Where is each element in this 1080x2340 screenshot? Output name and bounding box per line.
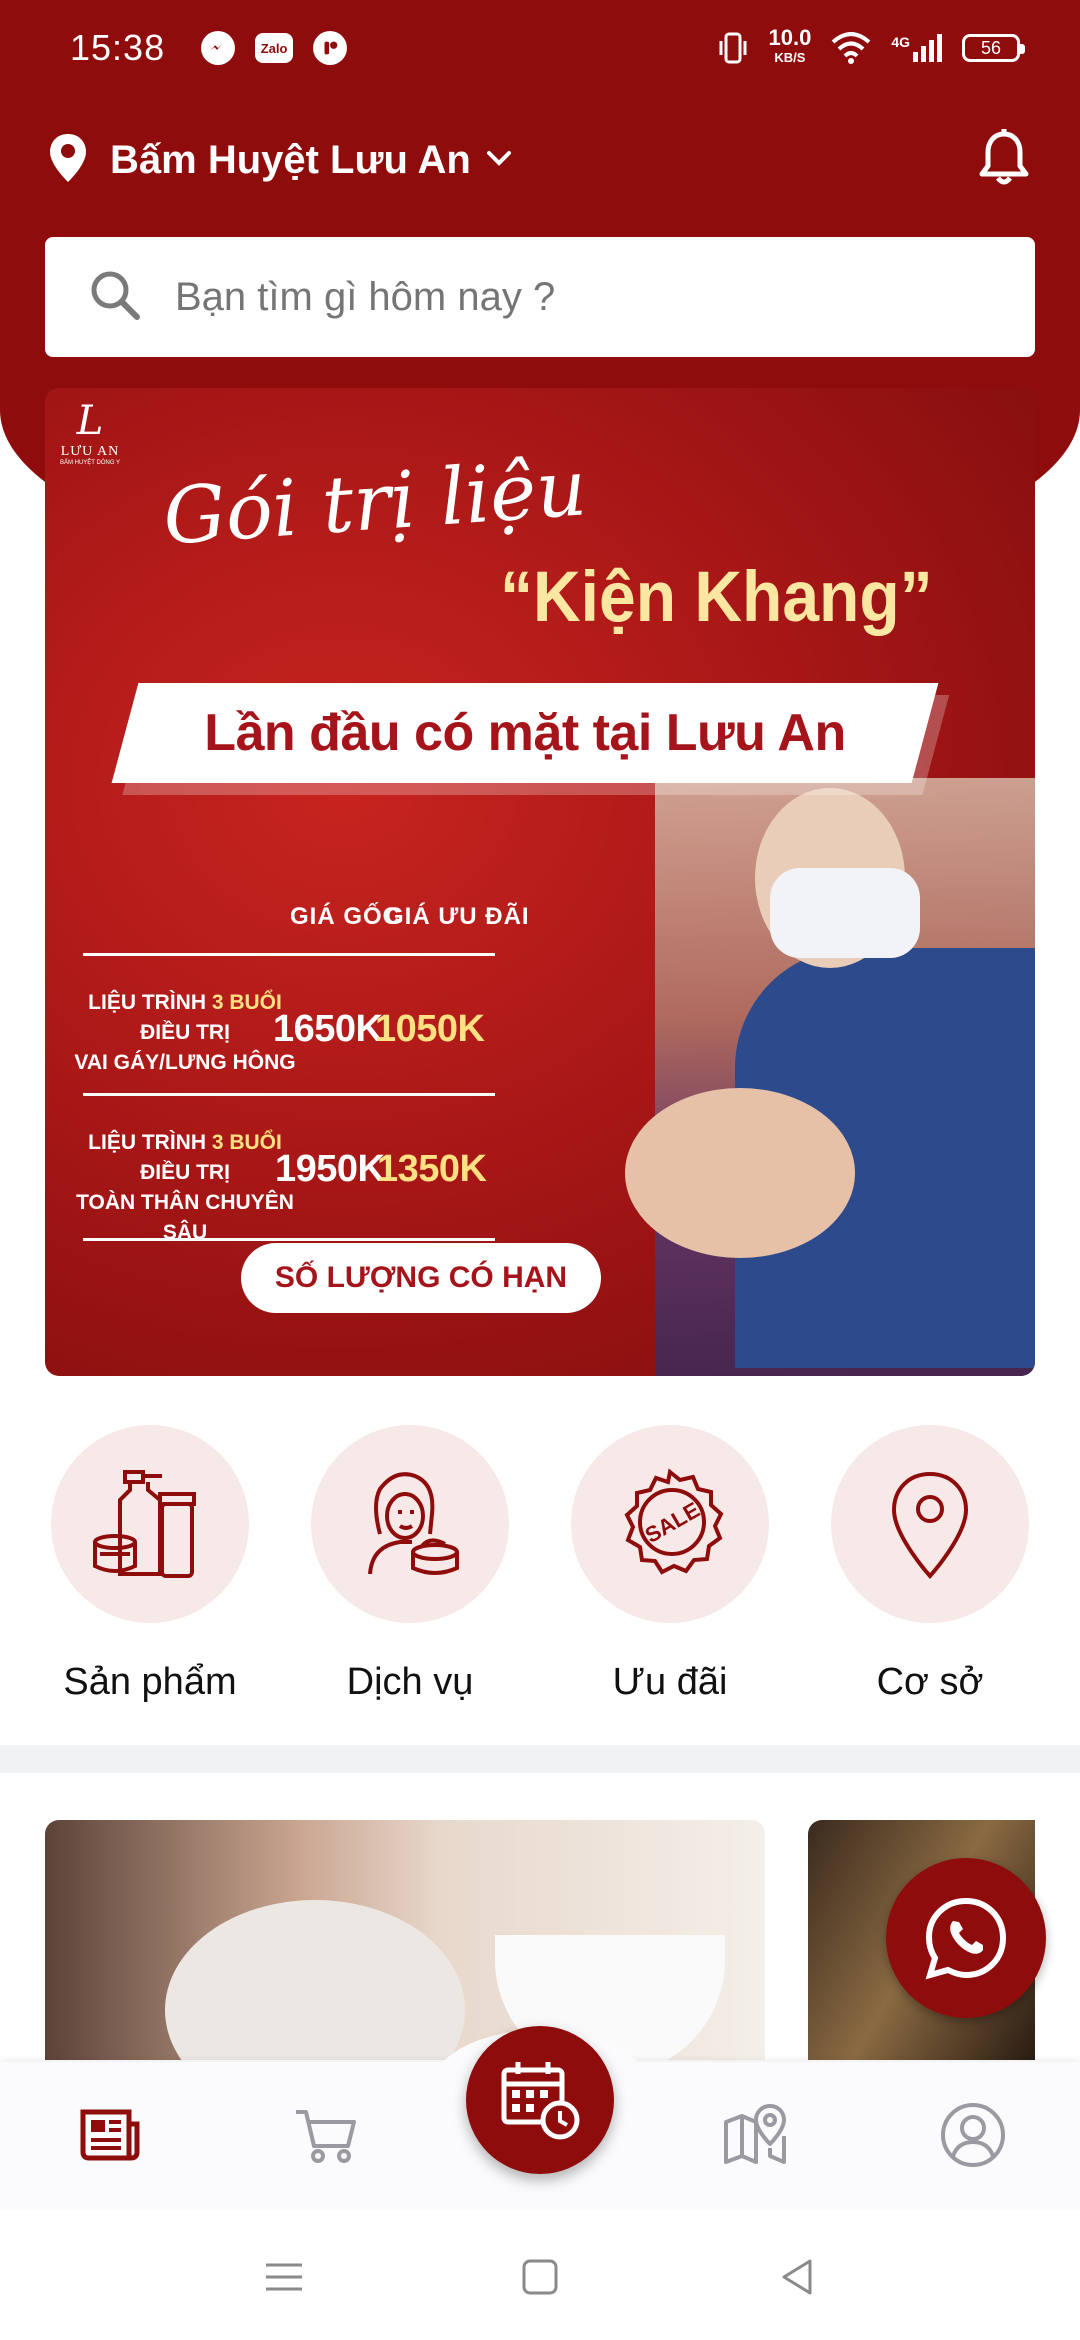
nav-news[interactable]	[75, 2100, 145, 2170]
app-notification-icon	[313, 31, 348, 65]
banner-logo-text: LƯU AN	[60, 444, 120, 459]
net-speed-value: 10.0	[768, 25, 812, 50]
whatsapp-chat-button[interactable]	[886, 1858, 1046, 2018]
price-divider	[83, 1238, 495, 1241]
price-header-sale: GIÁ ƯU ĐÃI	[385, 903, 530, 930]
card-face-image	[165, 1900, 465, 2060]
nav-cart[interactable]	[292, 2100, 362, 2170]
home-icon[interactable]	[518, 2255, 562, 2304]
cart-icon	[296, 2110, 356, 2163]
search-bar[interactable]	[45, 237, 1035, 357]
price-original: 1950K	[275, 1148, 385, 1190]
category-row: Sản phẩm Dịch vụ SALE Ưu đãi Cơ sở	[0, 1425, 1080, 1725]
category-services[interactable]: Dịch vụ	[280, 1425, 540, 1704]
banner-logo-subtext: BẤM HUYỆT DÒNG Y	[59, 460, 121, 466]
notification-icons: Zalo	[201, 31, 348, 65]
chevron-down-icon	[485, 148, 513, 173]
back-icon[interactable]	[776, 2255, 820, 2304]
price-divider	[83, 1093, 495, 1096]
signal-type: 4G	[891, 34, 910, 50]
notification-bell-icon[interactable]	[976, 128, 1032, 193]
banner-ribbon-text: Lần đầu có mặt tại Lưu An	[204, 704, 846, 762]
banner-title: “Kiện Khang”	[500, 556, 933, 636]
price-sale: 1050K	[375, 1008, 485, 1050]
patient-figure	[625, 1088, 855, 1258]
price-sale: 1350K	[377, 1148, 487, 1190]
search-input[interactable]	[175, 274, 995, 320]
row-label-part: ĐIỀU TRỊ	[140, 1021, 230, 1044]
banner-logo: L LƯU AN BẤM HUYỆT DÒNG Y	[55, 398, 125, 466]
search-icon	[85, 265, 145, 330]
category-label: Sản phẩm	[63, 1661, 237, 1703]
map-pin-icon	[724, 2104, 786, 2164]
calendar-clock-icon	[501, 2062, 580, 2140]
category-label: Cơ sở	[876, 1661, 984, 1703]
row-label-line2: TOÀN THÂN CHUYÊN SÂU	[76, 1191, 294, 1244]
location-pin-icon	[48, 132, 88, 189]
status-time: 15:38	[70, 27, 166, 68]
row-label-highlight: 3 BUỔI	[211, 991, 282, 1014]
status-bar: 15:38 Zalo 10.0 KB/S 4G 56	[0, 0, 1080, 96]
category-circle: SALE	[571, 1425, 769, 1623]
nav-account[interactable]	[938, 2100, 1008, 2170]
beauty-service-icon	[368, 1472, 459, 1575]
nav-map[interactable]	[720, 2100, 790, 2170]
promo-banner[interactable]: L LƯU AN BẤM HUYỆT DÒNG Y Gói trị liệu “…	[45, 388, 1035, 1376]
zalo-icon: Zalo	[255, 33, 294, 63]
banner-cta-button[interactable]: SỐ LƯỢNG CÓ HẠN	[241, 1243, 601, 1313]
category-label: Ưu đãi	[612, 1661, 728, 1703]
row-label-highlight: 3 BUỔI	[211, 1131, 282, 1154]
price-row-label: LIỆU TRÌNH 3 BUỔI ĐIỀU TRỊ TOÀN THÂN CHU…	[65, 1128, 305, 1248]
menu-icon[interactable]	[262, 2255, 306, 2304]
row-label-part: LIỆU TRÌNH	[88, 1131, 212, 1154]
cosmetics-icon	[93, 1470, 196, 1578]
newspaper-icon	[80, 2109, 140, 2161]
therapist-mask	[770, 868, 920, 958]
wifi-icon	[831, 32, 871, 64]
price-row-label: LIỆU TRÌNH 3 BUỔI ĐIỀU TRỊ VAI GÁY/LƯNG …	[65, 988, 305, 1078]
category-locations[interactable]: Cơ sở	[800, 1425, 1060, 1704]
sale-badge-icon: SALE	[624, 1468, 724, 1575]
net-speed-unit: KB/S	[774, 50, 806, 65]
category-circle	[311, 1425, 509, 1623]
category-label: Dịch vụ	[346, 1661, 474, 1703]
category-offers[interactable]: SALE Ưu đãi	[540, 1425, 800, 1704]
booking-button[interactable]	[466, 2026, 614, 2174]
signal-icon: 4G	[891, 34, 942, 62]
user-icon	[941, 2103, 1005, 2167]
location-pin-icon	[891, 1471, 969, 1579]
row-label-part: ĐIỀU TRỊ	[140, 1161, 230, 1184]
svg-text:SALE: SALE	[641, 1497, 704, 1548]
category-circle	[51, 1425, 249, 1623]
whatsapp-icon	[925, 1897, 1007, 1980]
status-right: 10.0 KB/S 4G 56	[718, 25, 1025, 68]
row-label-part: LIỆU TRÌNH	[88, 991, 212, 1014]
vibrate-icon	[719, 32, 747, 64]
messenger-icon	[201, 31, 236, 65]
category-products[interactable]: Sản phẩm	[20, 1425, 280, 1704]
banner-script-title: Gói trị liệu	[160, 443, 590, 563]
location-selector[interactable]: Bấm Huyệt Lưu An	[48, 132, 513, 189]
promo-card[interactable]	[45, 1820, 765, 2060]
section-divider	[0, 1745, 1080, 1773]
row-label-line2: VAI GÁY/LƯNG HÔNG	[74, 1051, 296, 1074]
battery-icon: 56	[962, 34, 1025, 62]
price-divider	[83, 953, 495, 956]
network-speed: 10.0 KB/S	[768, 25, 812, 68]
price-original: 1650K	[273, 1008, 383, 1050]
location-name: Bấm Huyệt Lưu An	[110, 138, 471, 182]
category-circle	[831, 1425, 1029, 1623]
